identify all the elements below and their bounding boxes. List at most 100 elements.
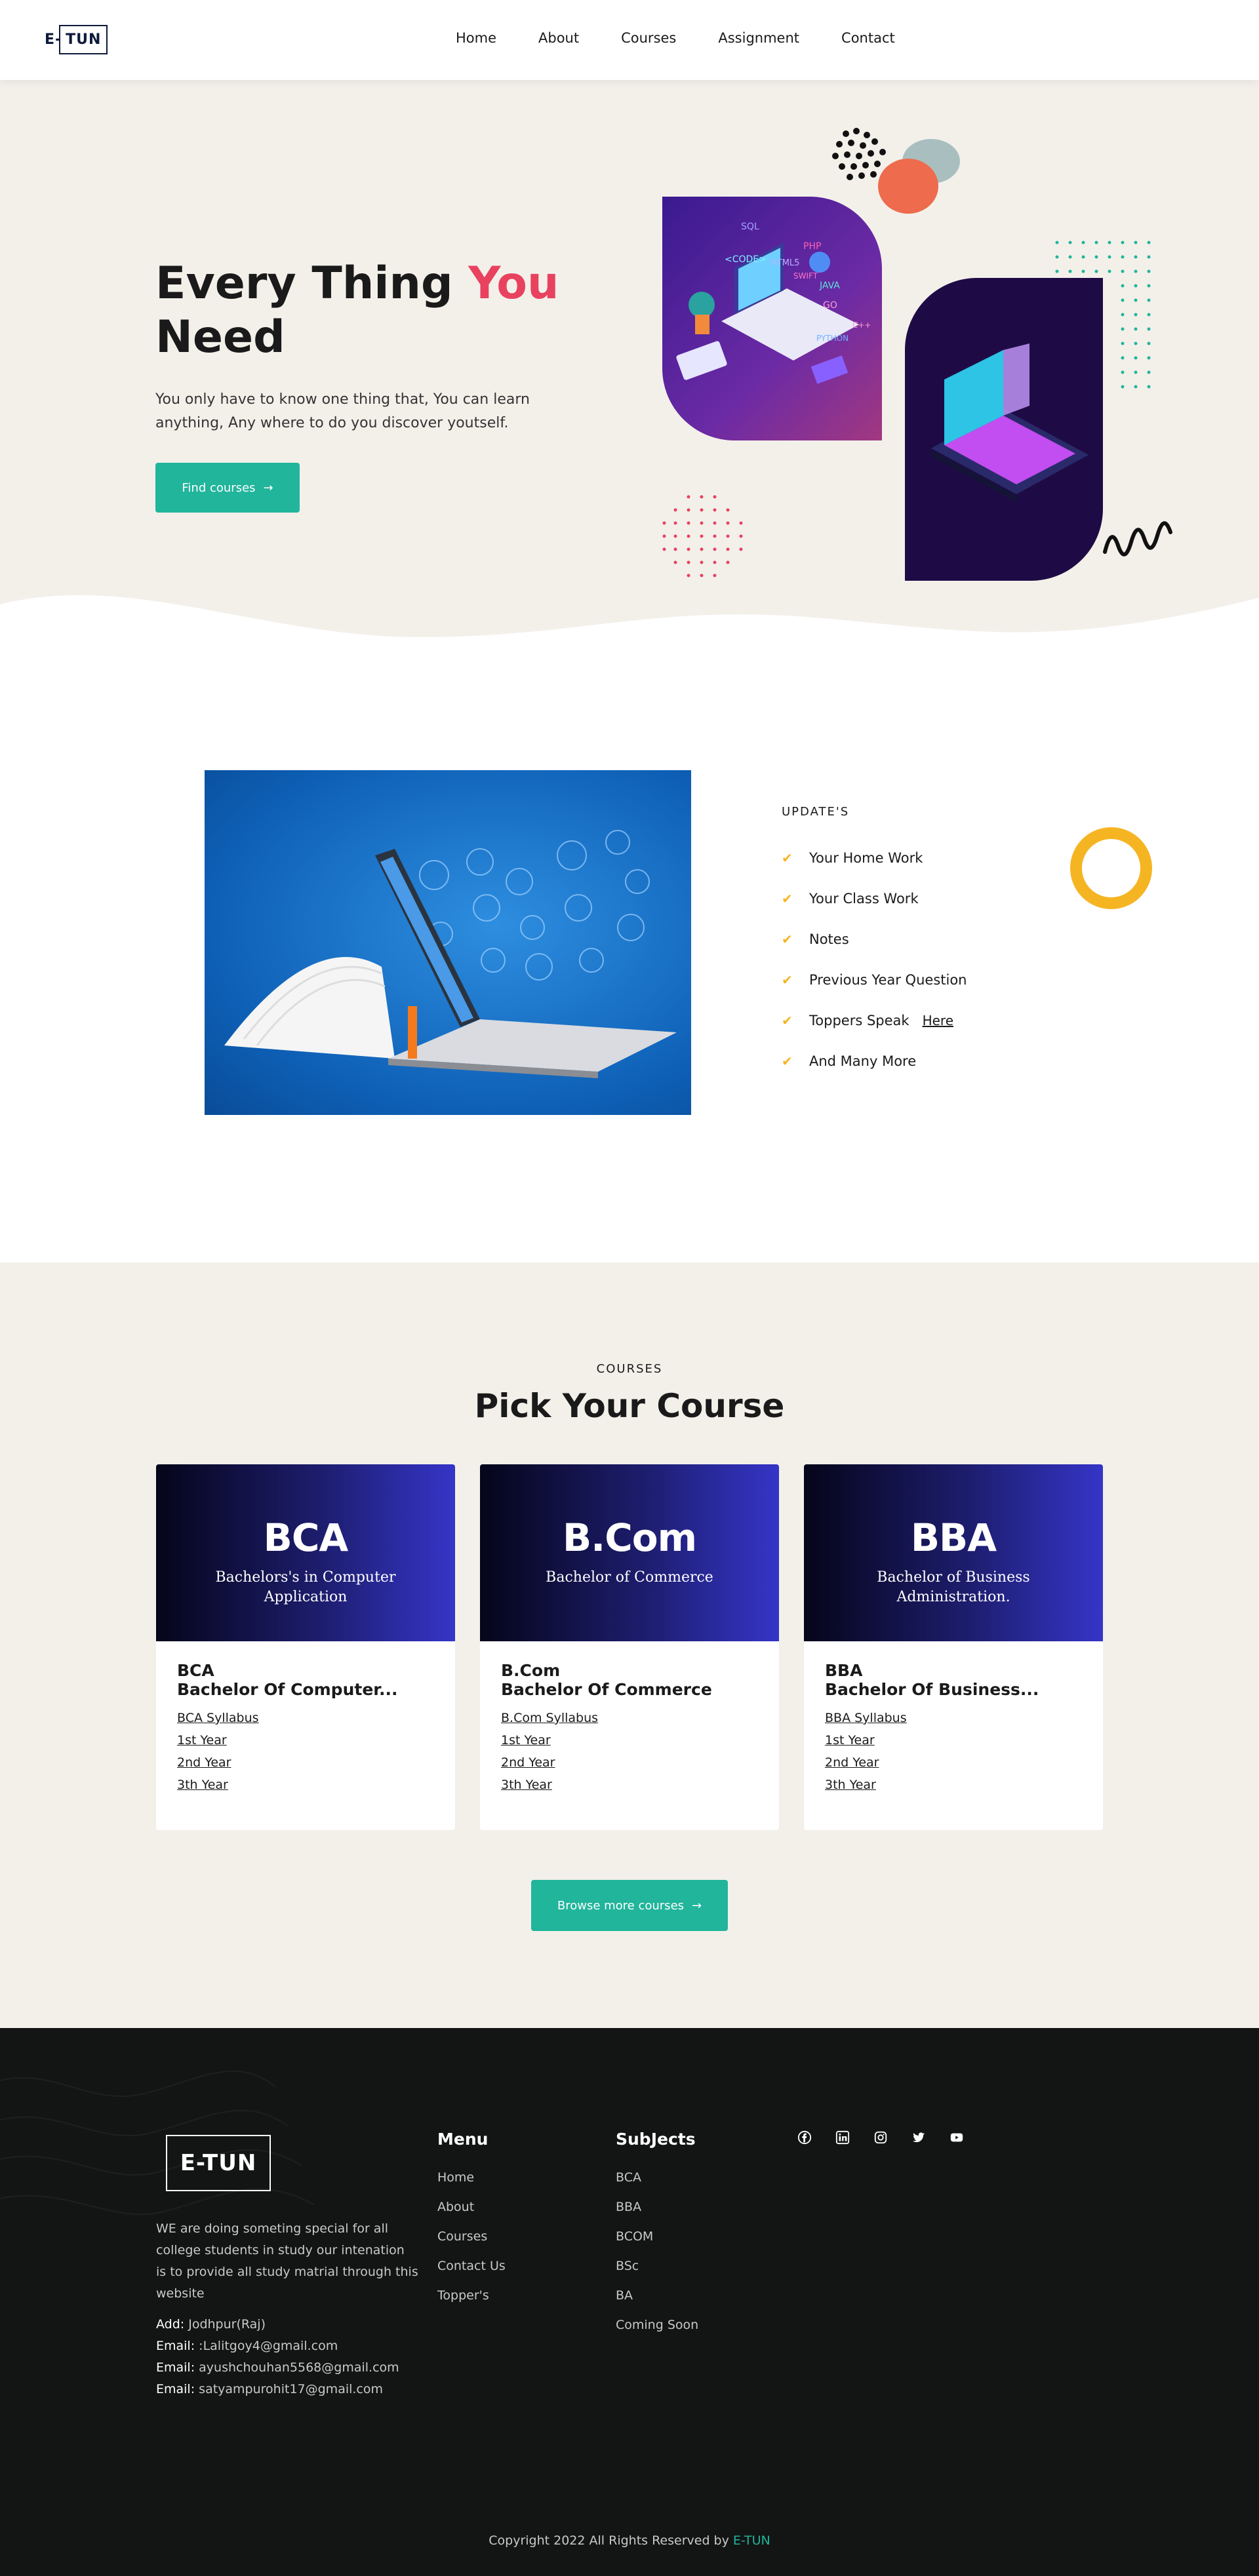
- year3-link[interactable]: 3th Year: [501, 1774, 758, 1796]
- subject-link[interactable]: BSc: [616, 2252, 698, 2281]
- check-icon: ✔: [782, 1013, 793, 1028]
- contact-label: Add:: [156, 2317, 185, 2332]
- sql-word: SQL: [741, 222, 759, 232]
- find-courses-label: Find courses: [182, 480, 256, 495]
- logo-box: TUN: [59, 24, 108, 54]
- subject-link[interactable]: BCA: [616, 2163, 698, 2193]
- year2-link[interactable]: 2nd Year: [177, 1751, 434, 1774]
- nav-assignment[interactable]: Assignment: [718, 30, 799, 46]
- footer-link-toppers[interactable]: Topper's: [437, 2281, 506, 2311]
- copyright-brand[interactable]: E-TUN: [733, 2533, 770, 2548]
- site-footer: E-TUN WE are doing someting special for …: [0, 2028, 1259, 2576]
- hero-section: Every Thing You Need You only have to kn…: [0, 80, 1259, 676]
- check-icon: ✔: [782, 1053, 793, 1069]
- year1-link[interactable]: 1st Year: [825, 1729, 1082, 1751]
- update-item: ✔ Notes: [782, 919, 967, 960]
- arrow-right-icon: →: [263, 480, 273, 495]
- instagram-icon[interactable]: [871, 2128, 890, 2147]
- year1-link[interactable]: 1st Year: [501, 1729, 758, 1751]
- update-label: Your Home Work: [809, 850, 923, 866]
- check-icon: ✔: [782, 891, 793, 907]
- syllabus-link[interactable]: B.Com Syllabus: [501, 1707, 758, 1729]
- footer-menu: Menu Home About Courses Contact Us Toppe…: [437, 2130, 506, 2311]
- swift-word: SWIFT: [793, 271, 818, 281]
- find-courses-button[interactable]: Find courses →: [155, 463, 300, 513]
- updates-list: ✔ Your Home Work ✔ Your Class Work ✔ Notes …: [782, 838, 967, 1082]
- contact-address: Add: Jodhpur(Raj): [156, 2314, 399, 2335]
- banner-title: B.Com: [562, 1515, 697, 1560]
- update-label: Notes: [809, 931, 849, 947]
- contact-label: Email:: [156, 2382, 195, 2396]
- course-banner: BCA Bachelors's in Computer Application: [156, 1464, 455, 1641]
- banner-title: BCA: [263, 1515, 349, 1560]
- contact-value[interactable]: satyampurohit17@gmail.com: [195, 2382, 383, 2396]
- youtube-icon[interactable]: [947, 2128, 967, 2147]
- syllabus-link[interactable]: BBA Syllabus: [825, 1707, 1082, 1729]
- footer-link-about[interactable]: About: [437, 2193, 506, 2222]
- contact-label: Email:: [156, 2360, 195, 2375]
- syllabus-link[interactable]: BCA Syllabus: [177, 1707, 434, 1729]
- update-item: ✔ And Many More: [782, 1041, 967, 1082]
- course-name: Bachelor Of Computer...: [177, 1680, 398, 1699]
- footer-menu-title: Menu: [437, 2130, 489, 2149]
- check-icon: ✔: [782, 850, 793, 866]
- update-item: ✔ Previous Year Question: [782, 960, 967, 1000]
- toppers-here-link[interactable]: Here: [923, 1013, 953, 1028]
- subject-link[interactable]: BCOM: [616, 2222, 698, 2252]
- footer-logo[interactable]: E-TUN: [166, 2135, 271, 2191]
- contact-label: Email:: [156, 2339, 195, 2353]
- contact-value[interactable]: :Lalitgoy4@gmail.com: [195, 2339, 338, 2353]
- footer-subjects-title: SubJects: [616, 2130, 696, 2149]
- year3-link[interactable]: 3th Year: [177, 1774, 434, 1796]
- linkedin-icon[interactable]: [833, 2128, 852, 2147]
- nav-about[interactable]: About: [538, 30, 579, 46]
- facebook-icon[interactable]: [795, 2128, 814, 2147]
- twitter-icon[interactable]: [909, 2128, 929, 2147]
- laptop-illustration: [905, 278, 1103, 581]
- python-word: PYTHON: [816, 334, 849, 343]
- course-code: B.Com: [501, 1661, 561, 1680]
- subject-link[interactable]: BBA: [616, 2193, 698, 2222]
- course-name: Bachelor Of Business...: [825, 1680, 1039, 1699]
- hero-title-part2: Need: [155, 311, 285, 363]
- update-label: Toppers Speak: [809, 1013, 909, 1028]
- course-card-bca[interactable]: BCA Bachelors's in Computer Application …: [156, 1464, 455, 1830]
- year3-link[interactable]: 3th Year: [825, 1774, 1082, 1796]
- nav-home[interactable]: Home: [456, 30, 496, 46]
- year1-link[interactable]: 1st Year: [177, 1729, 434, 1751]
- footer-link-courses[interactable]: Courses: [437, 2222, 506, 2252]
- footer-link-contact[interactable]: Contact Us: [437, 2252, 506, 2281]
- yellow-ring-decoration: [1070, 827, 1152, 909]
- year2-link[interactable]: 2nd Year: [825, 1751, 1082, 1774]
- contact-email: Email: ayushchouhan5568@gmail.com: [156, 2357, 399, 2379]
- copyright-text: Copyright 2022 All Rights Reserved by: [489, 2533, 733, 2548]
- course-card-bba[interactable]: BBA Bachelor of Business Administration.…: [804, 1464, 1103, 1830]
- banner-subtitle: Bachelor of Business Administration.: [877, 1569, 1030, 1605]
- subject-link[interactable]: BA: [616, 2281, 698, 2311]
- php-word: PHP: [803, 241, 821, 252]
- copyright: Copyright 2022 All Rights Reserved by E-…: [0, 2533, 1259, 2548]
- footer-contact: Add: Jodhpur(Raj) Email: :Lalitgoy4@gmai…: [156, 2314, 399, 2400]
- update-item: ✔ Your Class Work: [782, 878, 967, 919]
- course-code: BCA: [177, 1661, 214, 1680]
- topo-lines-decoration: [0, 2070, 315, 2215]
- update-item: ✔ Your Home Work: [782, 838, 967, 878]
- check-icon: ✔: [782, 972, 793, 988]
- contact-email: Email: :Lalitgoy4@gmail.com: [156, 2335, 399, 2357]
- nav-contact[interactable]: Contact: [841, 30, 895, 46]
- nav-courses[interactable]: Courses: [621, 30, 676, 46]
- contact-value[interactable]: ayushchouhan5568@gmail.com: [195, 2360, 399, 2375]
- contact-value: Jodhpur(Raj): [184, 2317, 266, 2332]
- update-label: Your Class Work: [809, 891, 919, 907]
- site-header: E- TUN Home About Courses Assignment Cont…: [0, 0, 1259, 80]
- browse-courses-button[interactable]: Browse more courses →: [531, 1880, 728, 1931]
- site-logo[interactable]: E- TUN: [45, 24, 108, 55]
- subject-link[interactable]: Coming Soon: [616, 2311, 698, 2340]
- contact-email: Email: satyampurohit17@gmail.com: [156, 2379, 399, 2400]
- course-name: Bachelor Of Commerce: [501, 1680, 712, 1699]
- year2-link[interactable]: 2nd Year: [501, 1751, 758, 1774]
- browse-courses-label: Browse more courses: [557, 1898, 685, 1913]
- course-card-bcom[interactable]: B.Com Bachelor of Commerce B.Com Bachelo…: [480, 1464, 779, 1830]
- course-code: BBA: [825, 1661, 863, 1680]
- footer-link-home[interactable]: Home: [437, 2163, 506, 2193]
